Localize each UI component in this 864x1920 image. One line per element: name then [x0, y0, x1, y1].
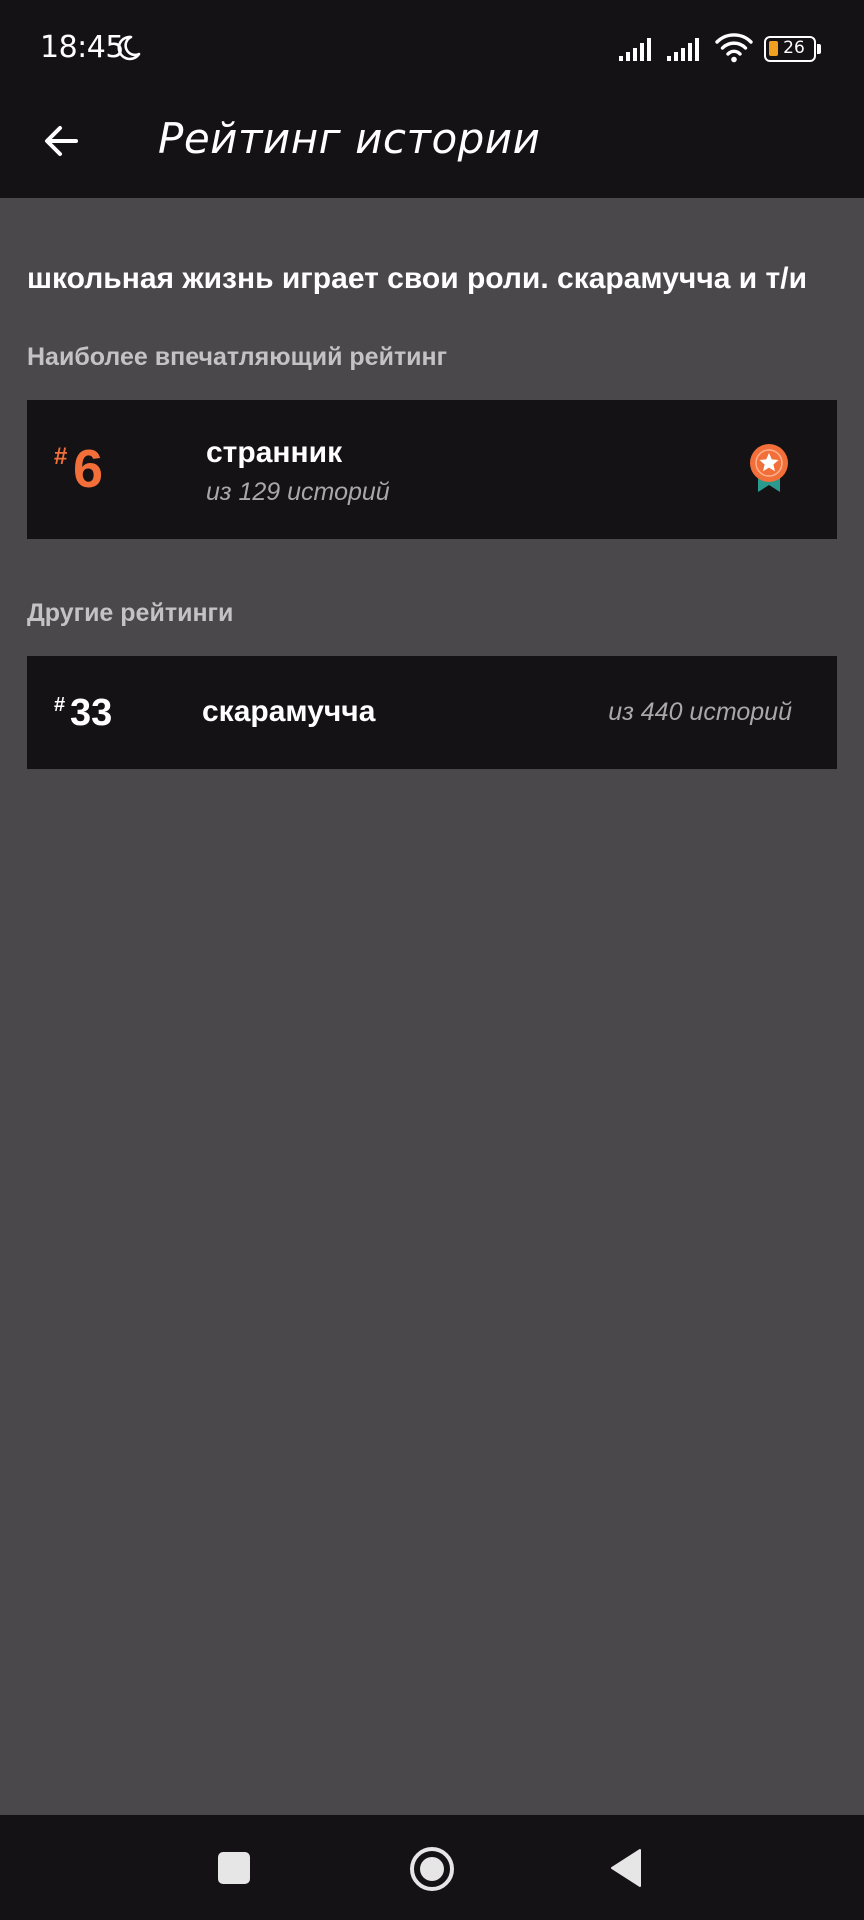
signal-icon: [667, 38, 699, 61]
battery-cap: [817, 44, 821, 54]
medal-icon: [750, 444, 788, 492]
wifi-icon: [715, 33, 753, 63]
recent-apps-icon[interactable]: [216, 1850, 252, 1886]
rank-hash: #: [54, 694, 66, 716]
moon-icon: [117, 35, 141, 61]
battery-percent: 26: [783, 38, 805, 58]
home-icon[interactable]: [408, 1845, 456, 1893]
page-title: Рейтинг истории: [158, 114, 541, 163]
arrow-left-icon[interactable]: [36, 115, 88, 167]
rank-number: 33: [70, 692, 113, 734]
story-title: школьная жизнь играет свои роли. скараму…: [27, 262, 808, 295]
rating-card[interactable]: # 33 скарамучча из 440 историй: [27, 656, 837, 769]
rating-count: из 129 историй: [206, 478, 390, 506]
rank-number: 6: [73, 439, 104, 499]
app-bar: Рейтинг истории: [0, 98, 864, 198]
rating-name: странник: [206, 436, 343, 469]
rating-count: из 440 историй: [608, 698, 792, 726]
status-bar: 18:45 26: [0, 0, 864, 98]
signal-icon: [619, 38, 651, 61]
battery-icon: 26: [764, 36, 816, 62]
top-rating-section-label: Наиболее впечатляющий рейтинг: [27, 343, 448, 371]
system-nav-bar: [0, 1815, 864, 1920]
top-rating-card[interactable]: # 6 странник из 129 историй: [27, 400, 837, 539]
rank-hash: #: [54, 443, 68, 470]
other-ratings-section-label: Другие рейтинги: [27, 599, 234, 627]
back-triangle-icon[interactable]: [608, 1847, 644, 1889]
rating-name: скарамучча: [202, 695, 376, 728]
